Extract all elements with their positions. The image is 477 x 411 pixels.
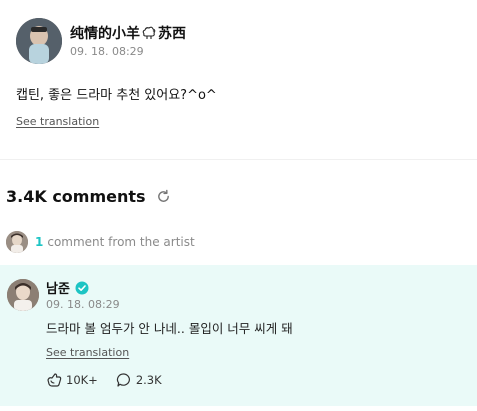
post-author-name[interactable]: 纯情的小羊 苏西 — [70, 23, 186, 43]
avatar-photo — [16, 18, 62, 64]
artist-name: 남준 — [46, 282, 70, 297]
artist-comment-card: 남준 09. 18. 08:29 드라마 볼 엄두가 안 나네.. 몰입이 너무… — [0, 265, 477, 406]
author-name-part-2: 苏西 — [158, 26, 186, 42]
artist-comment-text: 드라마 볼 엄두가 안 나네.. 몰입이 너무 씨게 돼 — [46, 321, 293, 336]
refresh-icon[interactable] — [156, 189, 171, 204]
artist-comment-date: 09. 18. 08:29 — [46, 298, 120, 311]
post-author-avatar[interactable] — [16, 18, 62, 64]
reply-button[interactable]: 2.3K — [116, 372, 162, 388]
artist-comment-label: comment from the artist — [47, 235, 195, 249]
fan-post: 纯情的小羊 苏西 09. 18. 08:29 캡틴, 좋은 드라마 추천 있어요… — [0, 0, 477, 160]
artist-avatar-photo — [7, 279, 39, 311]
reply-count: 2.3K — [135, 373, 162, 387]
artist-avatar[interactable] — [7, 279, 39, 311]
artist-comment-count: 1 — [35, 235, 44, 249]
like-icon — [47, 373, 62, 387]
verified-icon — [75, 281, 89, 294]
post-see-translation-link[interactable]: See translation — [16, 115, 99, 128]
comments-count: 3.4K comments — [6, 187, 146, 206]
sheep-icon — [142, 26, 156, 39]
artist-see-translation-link[interactable]: See translation — [46, 346, 129, 359]
artist-name-row[interactable]: 남준 — [46, 278, 89, 297]
section-divider — [0, 159, 477, 160]
like-count: 10K+ — [66, 373, 98, 387]
mini-avatar-photo — [6, 231, 28, 253]
weverse-post-page: 纯情的小羊 苏西 09. 18. 08:29 캡틴, 좋은 드라마 추천 있어요… — [0, 0, 477, 411]
comment-actions: 10K+ 2.3K — [46, 372, 180, 388]
like-button[interactable]: 10K+ — [46, 372, 98, 388]
post-date: 09. 18. 08:29 — [70, 45, 144, 58]
post-body-text: 캡틴, 좋은 드라마 추천 있어요?^o^ — [16, 88, 217, 103]
artist-comment-summary[interactable]: 1 comment from the artist — [6, 231, 195, 253]
reply-icon — [116, 373, 130, 387]
author-name-part-1: 纯情的小羊 — [70, 26, 140, 42]
artist-mini-avatar — [6, 231, 28, 253]
comments-header: 3.4K comments — [6, 187, 171, 206]
